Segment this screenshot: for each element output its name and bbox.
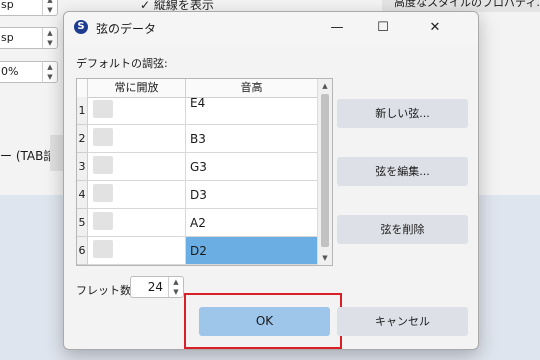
- pitch-cell[interactable]: G3: [186, 153, 317, 181]
- table-row[interactable]: 5 A2: [77, 209, 317, 237]
- close-icon: ✕: [429, 20, 441, 35]
- pitch-cell[interactable]: A2: [186, 209, 317, 237]
- table-row[interactable]: 4 D3: [77, 181, 317, 209]
- bg-spinner-1-arrows[interactable]: ▲ ▼: [42, 0, 57, 15]
- scroll-up-arrow-icon[interactable]: ▲: [318, 79, 332, 93]
- open-checkbox[interactable]: [93, 156, 113, 174]
- ok-button[interactable]: OK: [199, 307, 330, 336]
- table-row[interactable]: 6 D2: [77, 237, 317, 265]
- table-row[interactable]: 3 G3: [77, 153, 317, 181]
- maximize-icon: ☐: [377, 20, 389, 35]
- column-header-open[interactable]: 常に開放: [88, 79, 186, 97]
- cancel-button[interactable]: キャンセル: [337, 307, 468, 336]
- row-number: 2: [77, 125, 88, 153]
- open-cell[interactable]: [88, 153, 186, 181]
- bg-spinner-2[interactable]: sp ▲ ▼: [0, 27, 58, 49]
- new-string-button[interactable]: 新しい弦...: [337, 99, 468, 128]
- open-cell[interactable]: [88, 209, 186, 237]
- open-cell[interactable]: [88, 181, 186, 209]
- table-row[interactable]: 1 E4: [77, 97, 317, 125]
- app-logo-icon: S: [74, 20, 88, 34]
- table-corner: [77, 79, 88, 97]
- minimize-button[interactable]: —: [318, 16, 356, 40]
- fret-count-spinner[interactable]: 24 ▲ ▼: [130, 276, 184, 298]
- bg-spinner-2-arrows[interactable]: ▲ ▼: [42, 28, 57, 48]
- string-data-dialog: S 弦のデータ — ☐ ✕ デフォルトの調弦: 常に開放 音高 1 E4 2 B…: [63, 11, 479, 350]
- table-row[interactable]: 2 B3: [77, 125, 317, 153]
- open-checkbox[interactable]: [93, 100, 113, 118]
- maximize-button[interactable]: ☐: [364, 16, 402, 40]
- delete-string-button[interactable]: 弦を削除: [337, 215, 468, 244]
- open-checkbox[interactable]: [93, 212, 113, 230]
- string-table: 常に開放 音高 1 E4 2 B3 3 G3 4 D3 5 A2 6 D2 ▲ …: [76, 78, 333, 266]
- bg-spinner-1-value: sp: [1, 0, 14, 11]
- bg-tab-button[interactable]: [50, 135, 64, 171]
- bg-spinner-3[interactable]: 0% ▲ ▼: [0, 61, 58, 83]
- spin-down-icon[interactable]: ▼: [169, 287, 183, 297]
- close-button[interactable]: ✕: [416, 16, 454, 40]
- open-checkbox[interactable]: [93, 184, 113, 202]
- dialog-titlebar: S 弦のデータ — ☐ ✕: [64, 12, 478, 44]
- column-header-pitch[interactable]: 音高: [186, 79, 317, 97]
- pitch-cell[interactable]: D3: [186, 181, 317, 209]
- row-number: 4: [77, 181, 88, 209]
- fret-count-arrows[interactable]: ▲ ▼: [168, 277, 183, 297]
- spin-up-icon[interactable]: ▲: [169, 277, 183, 287]
- open-checkbox[interactable]: [93, 240, 113, 258]
- row-number: 3: [77, 153, 88, 181]
- row-number: 5: [77, 209, 88, 237]
- table-scrollbar[interactable]: ▲ ▼: [317, 79, 332, 265]
- minimize-icon: —: [330, 20, 344, 35]
- scroll-down-arrow-icon[interactable]: ▼: [318, 251, 332, 265]
- open-cell[interactable]: [88, 97, 186, 125]
- fret-count-value[interactable]: 24: [148, 277, 163, 297]
- edit-string-button[interactable]: 弦を編集...: [337, 157, 468, 186]
- bg-spinner-1[interactable]: sp ▲ ▼: [0, 0, 58, 16]
- row-number: 6: [77, 237, 88, 265]
- open-cell[interactable]: [88, 237, 186, 265]
- bg-spinner-2-value: sp: [1, 31, 14, 44]
- pitch-cell[interactable]: E4: [186, 97, 317, 125]
- dialog-title: 弦のデータ: [96, 22, 157, 36]
- pitch-cell[interactable]: B3: [186, 125, 317, 153]
- pitch-cell-selected[interactable]: D2: [186, 237, 317, 265]
- bg-spinner-3-value: 0%: [1, 65, 19, 78]
- row-number: 1: [77, 97, 88, 125]
- default-tuning-label: デフォルトの調弦:: [76, 57, 168, 70]
- fret-count-label: フレット数:: [76, 284, 135, 297]
- open-cell[interactable]: [88, 125, 186, 153]
- bg-spinner-3-arrows[interactable]: ▲ ▼: [42, 62, 57, 82]
- open-checkbox[interactable]: [93, 128, 113, 146]
- scrollbar-thumb[interactable]: [321, 94, 329, 247]
